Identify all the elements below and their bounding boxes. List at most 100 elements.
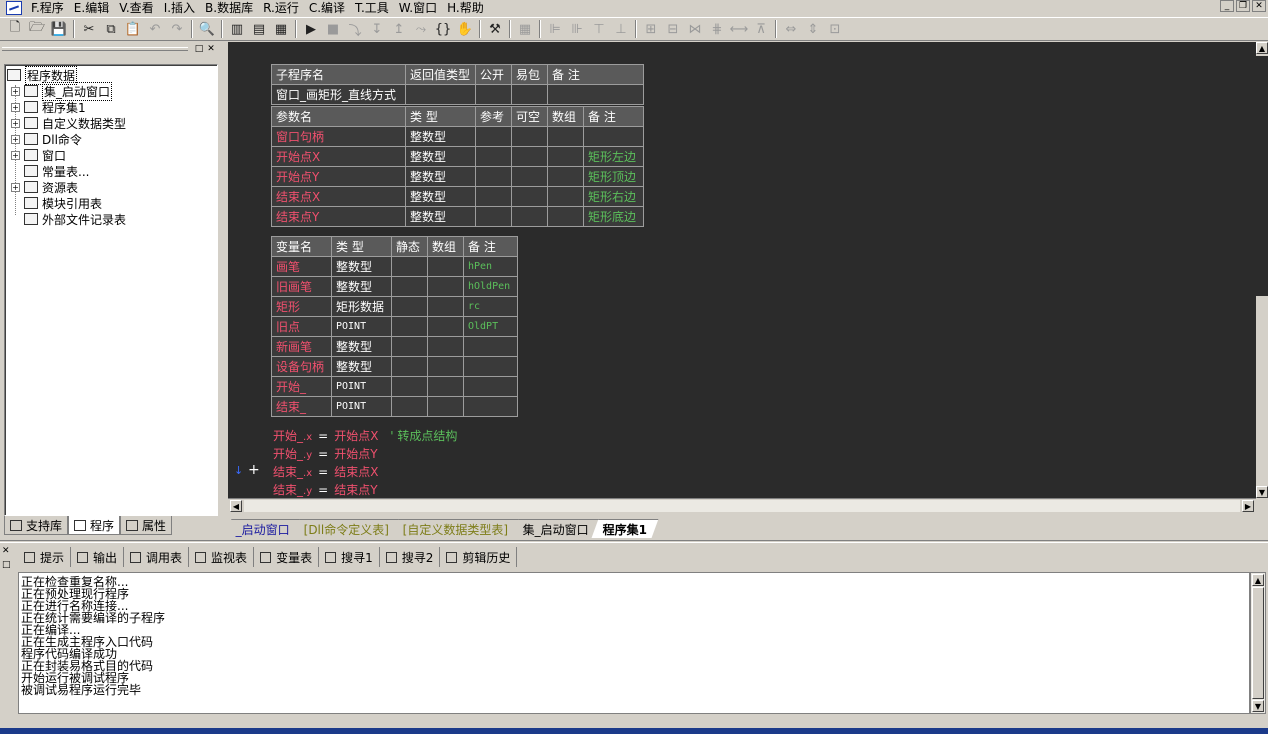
tree-item-external-files[interactable]: 外部文件记录表	[24, 211, 126, 227]
tab-program[interactable]: 程序	[68, 516, 121, 535]
tab-watch[interactable]: 监视表	[189, 547, 255, 567]
param-name[interactable]: 开始点X	[271, 146, 406, 167]
tree-item-resources[interactable]: + 资源表	[11, 179, 78, 195]
table-cell[interactable]	[405, 84, 476, 105]
expand-icon[interactable]: +	[11, 134, 20, 144]
table-cell[interactable]	[427, 356, 464, 377]
var-note[interactable]: hOldPen	[463, 276, 518, 297]
undo-icon[interactable]: ↶	[144, 19, 166, 39]
code-line[interactable]: 结束_.x = 结束点X	[273, 463, 378, 481]
new-icon[interactable]: 🗋	[4, 19, 26, 39]
table-cell[interactable]	[547, 206, 584, 227]
spread-h-icon[interactable]: ⟷	[728, 19, 750, 39]
same-size-icon[interactable]: ⊡	[824, 19, 846, 39]
step-into-icon[interactable]: ↧	[366, 19, 388, 39]
tree-item-program-set[interactable]: + 程序集1	[11, 99, 86, 115]
panel-close-icon[interactable]: ✕	[206, 44, 216, 54]
center-v-icon[interactable]: ⊟	[662, 19, 684, 39]
table-cell[interactable]	[511, 206, 548, 227]
var-name[interactable]: 开始_	[271, 376, 332, 397]
table-cell[interactable]	[391, 396, 428, 417]
app-icon[interactable]	[6, 1, 22, 15]
table-cell[interactable]	[391, 276, 428, 297]
table-cell[interactable]	[511, 146, 548, 167]
expand-icon[interactable]: +	[11, 118, 20, 128]
tab-call-stack[interactable]: 调用表	[124, 547, 190, 567]
tab-startup-window[interactable]: _启动窗口	[224, 519, 302, 538]
expand-icon[interactable]: +	[11, 182, 20, 192]
var-name[interactable]: 设备句柄	[271, 356, 332, 377]
code-line[interactable]: 开始_.x = 开始点X ' 转成点结构	[273, 427, 457, 445]
paste-icon[interactable]: 📋	[122, 19, 144, 39]
close-icon[interactable]: ✕	[1252, 0, 1266, 12]
stop-icon[interactable]: ■	[322, 19, 344, 39]
var-note[interactable]	[463, 356, 518, 377]
tab-variables[interactable]: 变量表	[254, 547, 320, 567]
space-h-icon[interactable]: ⋈	[684, 19, 706, 39]
tree-item-custom-types[interactable]: + 自定义数据类型	[11, 115, 126, 131]
layout1-icon[interactable]: ▥	[226, 19, 248, 39]
param-name[interactable]: 结束点X	[271, 186, 406, 207]
table-cell[interactable]	[547, 84, 644, 105]
table-cell[interactable]	[427, 276, 464, 297]
table-cell[interactable]	[391, 316, 428, 337]
menu-insert[interactable]: I.插入	[159, 1, 200, 15]
table-cell[interactable]	[391, 256, 428, 277]
param-name[interactable]: 开始点Y	[271, 166, 406, 187]
align-top-icon[interactable]: ⊤	[588, 19, 610, 39]
scroll-down-icon[interactable]: ▼	[1252, 700, 1264, 712]
code-line[interactable]: 开始_.y = 开始点Y	[273, 445, 378, 463]
param-note[interactable]: 矩形底边	[583, 206, 644, 227]
table-cell[interactable]	[391, 296, 428, 317]
var-note[interactable]	[463, 336, 518, 357]
param-note[interactable]: 矩形右边	[583, 186, 644, 207]
var-note[interactable]	[463, 396, 518, 417]
expand-icon[interactable]: +	[11, 86, 20, 96]
table-cell[interactable]	[475, 146, 512, 167]
cut-icon[interactable]: ✂	[78, 19, 100, 39]
param-note[interactable]	[583, 126, 644, 147]
editor-vertical-scrollbar[interactable]: ▲ ▼	[1256, 42, 1268, 498]
align-grid-icon[interactable]: ▦	[514, 19, 536, 39]
var-type[interactable]: POINT	[331, 316, 392, 337]
expand-icon[interactable]: +	[11, 150, 20, 160]
menu-program[interactable]: F.程序	[26, 1, 69, 15]
scroll-right-icon[interactable]: ▶	[1242, 500, 1254, 512]
table-cell[interactable]	[391, 356, 428, 377]
table-cell[interactable]	[547, 186, 584, 207]
redo-icon[interactable]: ↷	[166, 19, 188, 39]
table-cell[interactable]	[427, 336, 464, 357]
step-out-icon[interactable]: ↥	[388, 19, 410, 39]
var-note[interactable]: rc	[463, 296, 518, 317]
run-to-icon[interactable]: ⤳	[410, 19, 432, 39]
table-cell[interactable]	[427, 296, 464, 317]
bottom-panel-maximize-icon[interactable]: □	[2, 560, 11, 570]
param-type[interactable]: 整数型	[405, 126, 476, 147]
table-cell[interactable]	[475, 186, 512, 207]
menu-compile[interactable]: C.编译	[304, 1, 350, 15]
tab-program-set-1[interactable]: 程序集1	[591, 519, 659, 538]
editor-horizontal-scrollbar[interactable]: ◀ ▶	[228, 498, 1256, 513]
var-type[interactable]: POINT	[331, 396, 392, 417]
table-cell[interactable]	[511, 166, 548, 187]
output-log[interactable]: 正在检查重复名称... 正在预处理现行程序 正在进行名称连接... 正在统计需要…	[18, 572, 1250, 714]
spread-v-icon[interactable]: ⊼	[750, 19, 772, 39]
var-name[interactable]: 旧画笔	[271, 276, 332, 297]
var-note[interactable]: hPen	[463, 256, 518, 277]
menu-run[interactable]: R.运行	[258, 1, 304, 15]
table-cell[interactable]	[475, 84, 512, 105]
find-icon[interactable]: 🔍	[196, 19, 218, 39]
scroll-down-icon[interactable]: ▼	[1256, 486, 1268, 498]
table-cell[interactable]	[475, 126, 512, 147]
expand-icon[interactable]: +	[11, 102, 20, 112]
table-cell[interactable]	[427, 396, 464, 417]
var-note[interactable]: OldPT	[463, 316, 518, 337]
var-type[interactable]: 整数型	[331, 276, 392, 297]
menu-help[interactable]: H.帮助	[442, 1, 489, 15]
same-height-icon[interactable]: ⇕	[802, 19, 824, 39]
tree-item-startup-window[interactable]: + 集_启动窗口	[11, 81, 113, 101]
var-type[interactable]: POINT	[331, 376, 392, 397]
menu-tools[interactable]: T.工具	[350, 1, 394, 15]
scroll-thumb[interactable]	[1252, 587, 1264, 699]
tab-startup-window-set[interactable]: 集_启动窗口	[511, 519, 601, 538]
